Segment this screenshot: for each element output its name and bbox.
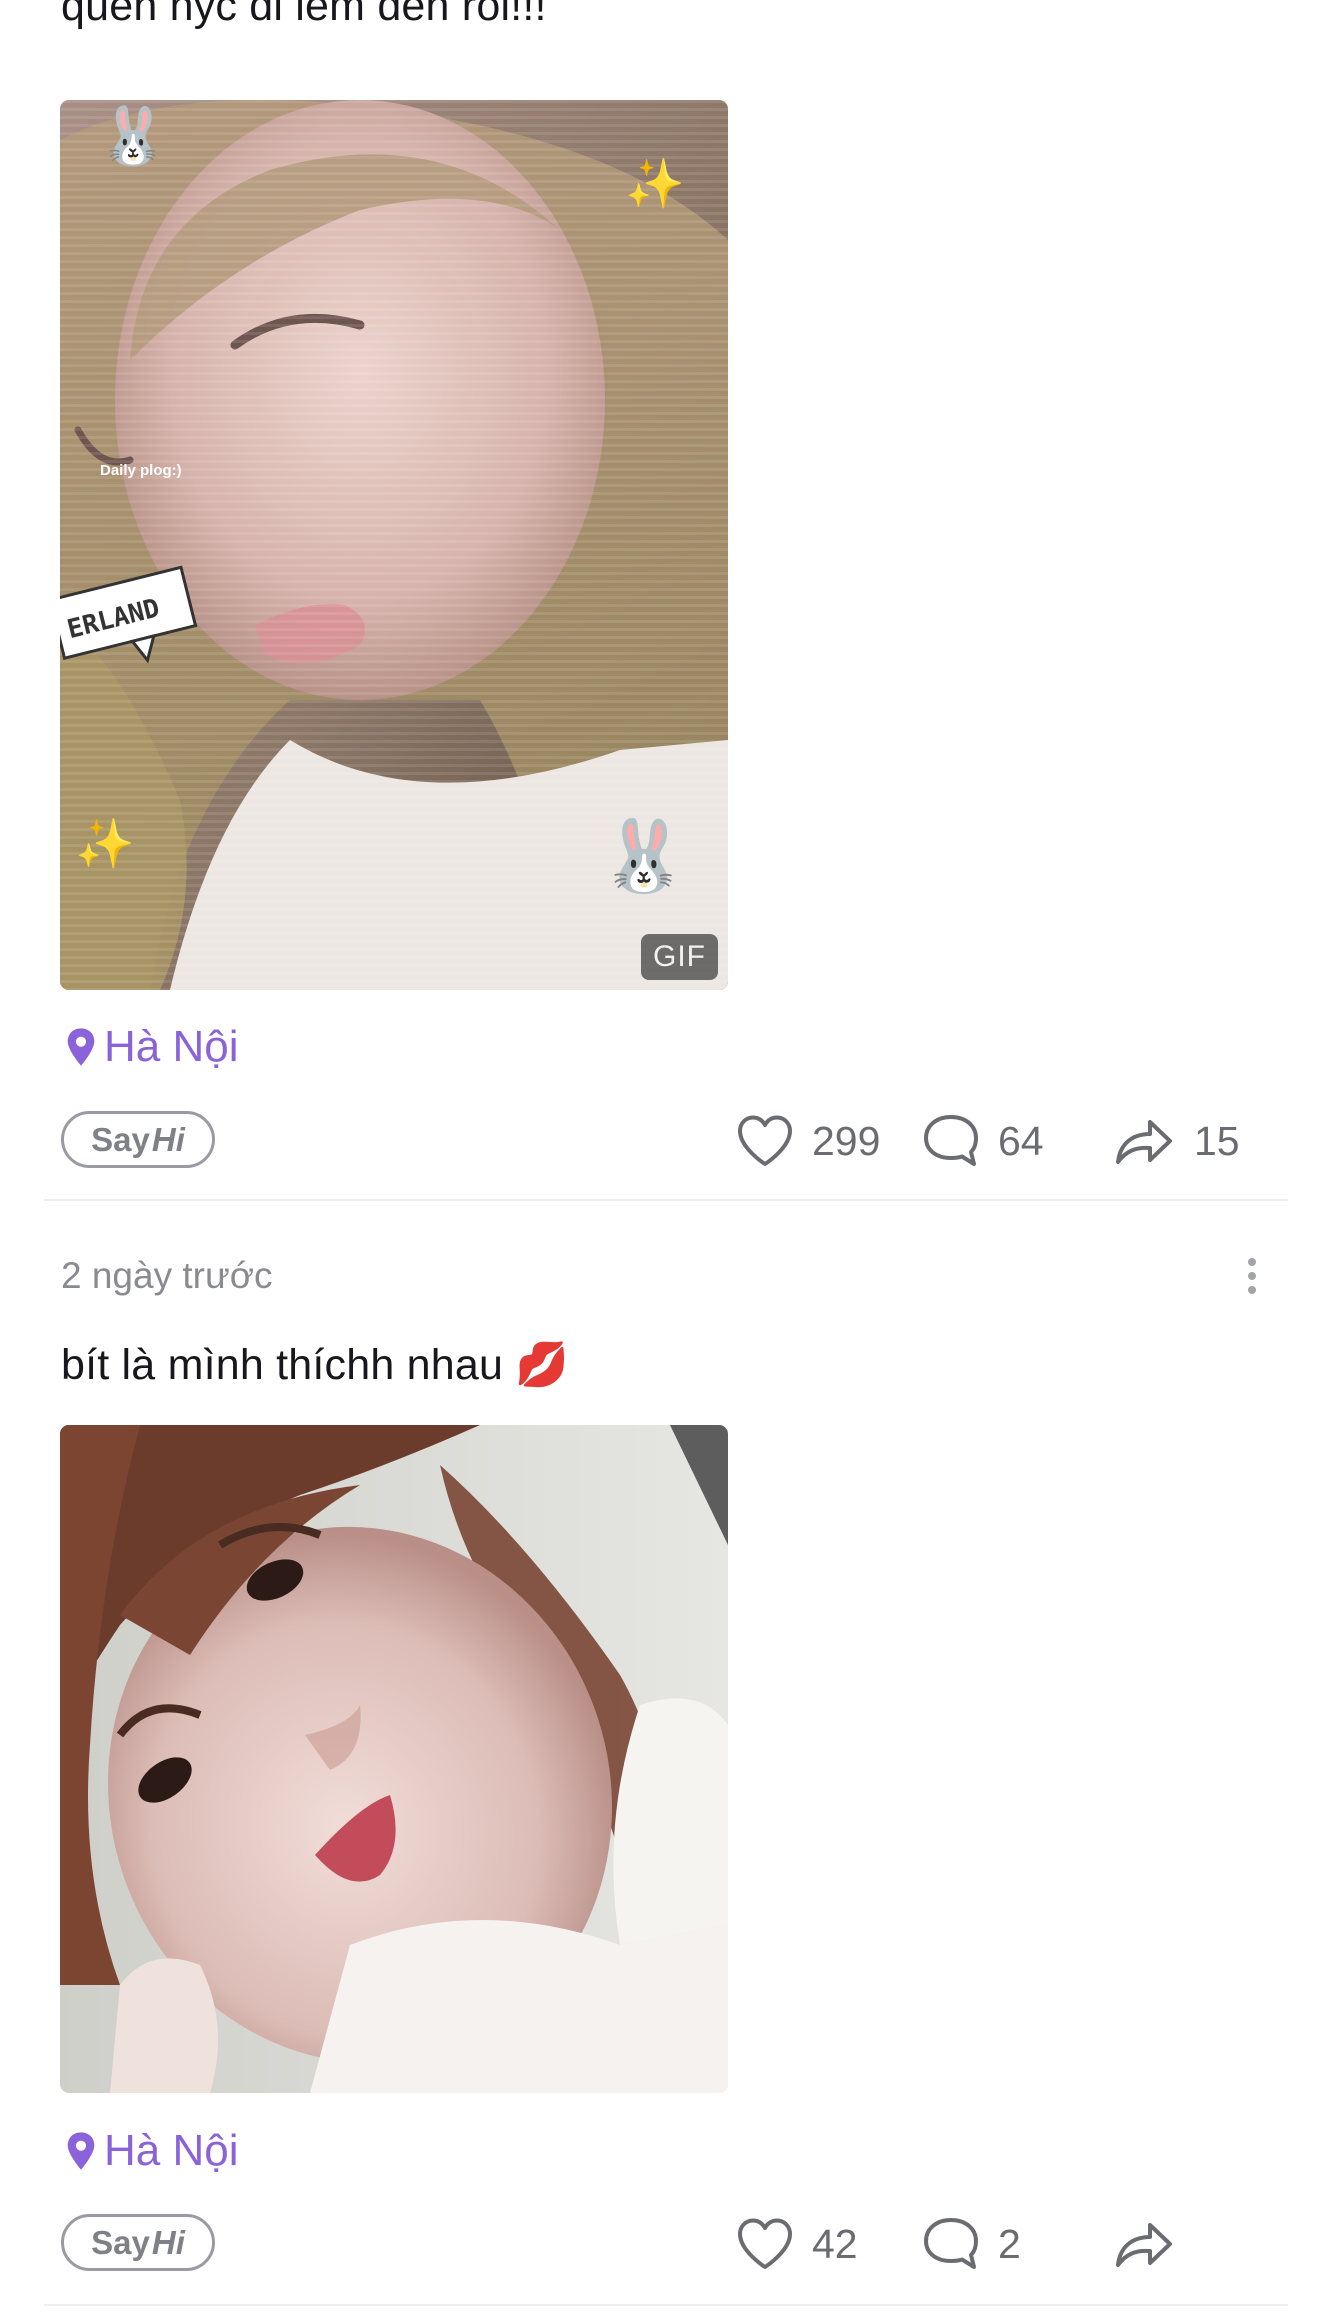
comment-count: 2 [998,2220,1021,2267]
like-count: 42 [812,2220,858,2267]
map-pin-icon [67,2132,95,2170]
svg-text:✨: ✨ [75,818,135,871]
speech-bubble-icon [924,2218,978,2269]
hi-label: Hi [151,2223,185,2261]
post-location[interactable]: Hà Nội [64,1022,239,1072]
svg-text:Daily plog:): Daily plog:) [100,462,182,479]
comment-count: 64 [998,1117,1044,1164]
location-label: Hà Nội [104,2126,239,2175]
selfie-image [60,1425,728,2093]
hi-label: Hi [151,1120,185,1158]
gif-badge: GIF [641,934,718,980]
share-arrow-icon [1116,2223,1172,2267]
feed-post: quen nyc di lem den roi!!! Daily plog:) … [0,0,1320,1201]
say-label: Say [91,1120,150,1158]
say-hi-button[interactable]: Say Hi [61,1111,215,1168]
feed-post: 2 ngày trước bít là mình thíchh nhau 💋 H… [0,1200,1320,2310]
svg-text:✨: ✨ [625,158,685,211]
more-options-button[interactable] [1242,1258,1262,1294]
comment-button[interactable]: 64 [922,1109,1044,1173]
like-count: 299 [812,1117,881,1164]
comment-button[interactable]: 2 [922,2212,1021,2276]
map-pin-icon [67,1028,95,1066]
svg-text:🐰: 🐰 [98,104,168,168]
post-caption: bít là mình thíchh nhau 💋 [61,1341,569,1389]
post-actions: Say Hi 42 2 [0,2212,1320,2276]
share-count: 15 [1194,1117,1240,1164]
post-location[interactable]: Hà Nội [64,2126,239,2176]
post-photo[interactable] [60,1425,728,2093]
post-actions: Say Hi 299 64 15 [0,1109,1320,1173]
post-caption: quen nyc di lem den roi!!! [61,0,547,30]
share-button[interactable]: 15 [1112,1109,1240,1173]
post-feed: quen nyc di lem den roi!!! Daily plog:) … [0,0,1320,2322]
heart-icon [738,1115,792,1166]
gif-image: Daily plog:) ERLAND ✨ ✨ 🐰 🐰 [60,100,728,990]
heart-icon [738,2218,792,2269]
say-hi-button[interactable]: Say Hi [61,2214,215,2271]
share-button[interactable] [1112,2212,1194,2276]
like-button[interactable]: 42 [736,2212,858,2276]
more-dots-icon [1248,1258,1256,1266]
location-label: Hà Nội [104,1022,239,1071]
speech-bubble-icon [924,1115,978,1166]
post-photo[interactable]: Daily plog:) ERLAND ✨ ✨ 🐰 🐰 GIF [60,100,728,990]
say-label: Say [91,2223,150,2261]
share-arrow-icon [1116,1120,1172,1164]
svg-text:🐰: 🐰 [600,816,687,896]
like-button[interactable]: 299 [736,1109,880,1173]
post-timestamp: 2 ngày trước [61,1255,273,1296]
post-divider [44,2304,1288,2306]
